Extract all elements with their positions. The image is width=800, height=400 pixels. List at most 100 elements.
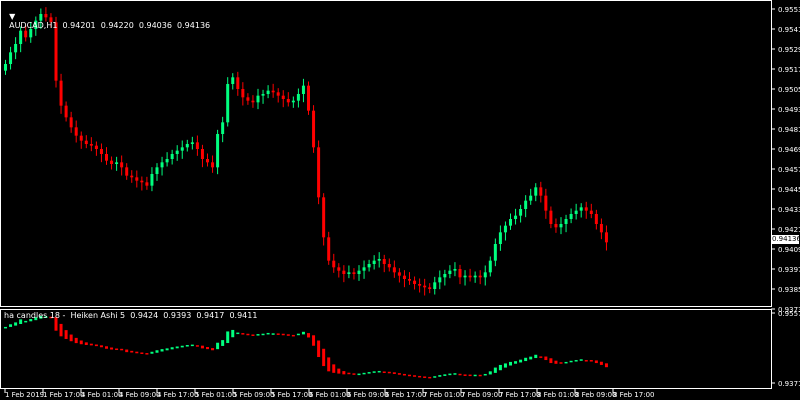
price-chart[interactable]: 0.95530 0.95410 0.95290 0.95170 0.95050 0.949…	[0, 0, 800, 400]
candle-body	[110, 160, 114, 164]
ha-candle	[89, 343, 93, 346]
ha-candle	[599, 361, 603, 365]
ha-candle	[286, 334, 290, 336]
ha-candle	[579, 359, 583, 361]
time-tick-label: 7 Feb 01:00	[423, 391, 464, 399]
ha-candle	[14, 322, 18, 326]
candle-body	[519, 209, 523, 216]
ha-candle	[261, 333, 265, 336]
candle-body	[433, 282, 437, 289]
candle-body	[589, 210, 593, 214]
candle-body	[514, 215, 518, 219]
candle-body	[115, 162, 119, 164]
ha-candle	[443, 374, 447, 376]
candle-body	[539, 187, 543, 196]
price-tick-label: 0.94210	[778, 226, 800, 234]
candle-body	[408, 279, 411, 281]
candle-body	[261, 94, 265, 96]
candle-body	[529, 195, 533, 201]
ha-candle	[291, 334, 295, 337]
ha-candle	[59, 323, 63, 337]
candle-body	[296, 94, 300, 101]
price-tick-label: 0.94810	[778, 126, 800, 134]
ha-candle	[387, 371, 391, 374]
ha-candle	[382, 371, 386, 373]
time-tick-label: 1 Feb 2019	[5, 391, 44, 399]
price-tick-label: 0.95410	[778, 26, 800, 34]
price-tick-label: 0.95170	[778, 66, 800, 74]
candle-body	[271, 90, 275, 93]
ha-candle	[185, 344, 189, 347]
candle-body	[266, 90, 270, 94]
price-axis: 0.95530 0.95410 0.95290 0.95170 0.95050 0.949…	[771, 6, 800, 314]
ha-candle	[190, 344, 194, 347]
indicator-axis: 0.9557 0.9371	[771, 310, 800, 388]
ha-candle	[4, 326, 7, 329]
candle-body	[317, 147, 321, 198]
time-tick-label: 4 Feb 17:00	[157, 391, 198, 399]
candle-body	[367, 264, 371, 268]
price-tick-label: 0.94570	[778, 166, 800, 174]
candle-body	[140, 180, 144, 183]
dropdown-triangle-icon[interactable]: ▼	[9, 12, 15, 21]
ha-candle	[503, 363, 507, 368]
ha-candle	[221, 340, 225, 346]
time-tick-label: 6 Feb 01:00	[309, 391, 350, 399]
candle-body	[24, 30, 28, 38]
ha-candle	[301, 331, 305, 335]
ha-candle	[418, 375, 422, 378]
candle-body	[221, 122, 225, 134]
ha-candle	[327, 357, 331, 372]
candle-body	[594, 214, 598, 224]
candle-body	[276, 92, 280, 96]
ha-candle	[352, 373, 356, 375]
ha-candle	[554, 360, 558, 364]
ha-candle	[342, 371, 346, 375]
candle-body	[125, 167, 129, 176]
candle-body	[337, 267, 341, 271]
candle-body	[150, 174, 154, 186]
candle-body	[599, 224, 603, 233]
candle-body	[362, 267, 366, 271]
candle-body	[145, 182, 149, 186]
ha-candle	[549, 358, 553, 364]
candle-body	[402, 275, 406, 279]
ha-candle	[458, 373, 462, 376]
candle-body	[291, 100, 295, 103]
ha-candle	[105, 346, 108, 349]
ha-candle	[99, 345, 103, 348]
time-tick-label: 5 Feb 09:00	[233, 391, 274, 399]
ha-candle	[362, 372, 366, 375]
ha-candle	[94, 344, 98, 347]
candle-body	[483, 272, 487, 278]
time-tick-label: 6 Feb 17:00	[385, 391, 426, 399]
ha-candle	[180, 345, 184, 348]
ha-candle	[160, 349, 164, 352]
ha-candle	[478, 374, 482, 377]
candle-body	[135, 177, 139, 181]
main-candles	[4, 7, 608, 296]
candle-body	[322, 197, 326, 238]
candle-body	[236, 77, 240, 89]
ha-candle	[9, 324, 13, 327]
price-tick-label: 0.94090	[778, 246, 800, 254]
ha-candle	[150, 351, 154, 354]
ha-candle	[115, 348, 119, 351]
candle-body	[59, 80, 63, 106]
candle-body	[352, 272, 356, 274]
candle-body	[64, 105, 68, 118]
candle-body	[211, 162, 215, 168]
price-tick-label: 0.93850	[778, 286, 800, 294]
candle-body	[84, 140, 88, 144]
ha-candle	[357, 373, 361, 376]
ha-candle	[584, 360, 588, 362]
ha-candle	[493, 367, 497, 373]
candle-body	[509, 219, 512, 226]
candle-body	[574, 210, 578, 214]
candle-body	[69, 117, 73, 128]
ha-candle	[79, 340, 83, 345]
ha-candle	[130, 350, 134, 353]
ha-candle	[569, 360, 573, 363]
ha-candle	[372, 371, 376, 373]
ha-candle	[438, 375, 442, 377]
